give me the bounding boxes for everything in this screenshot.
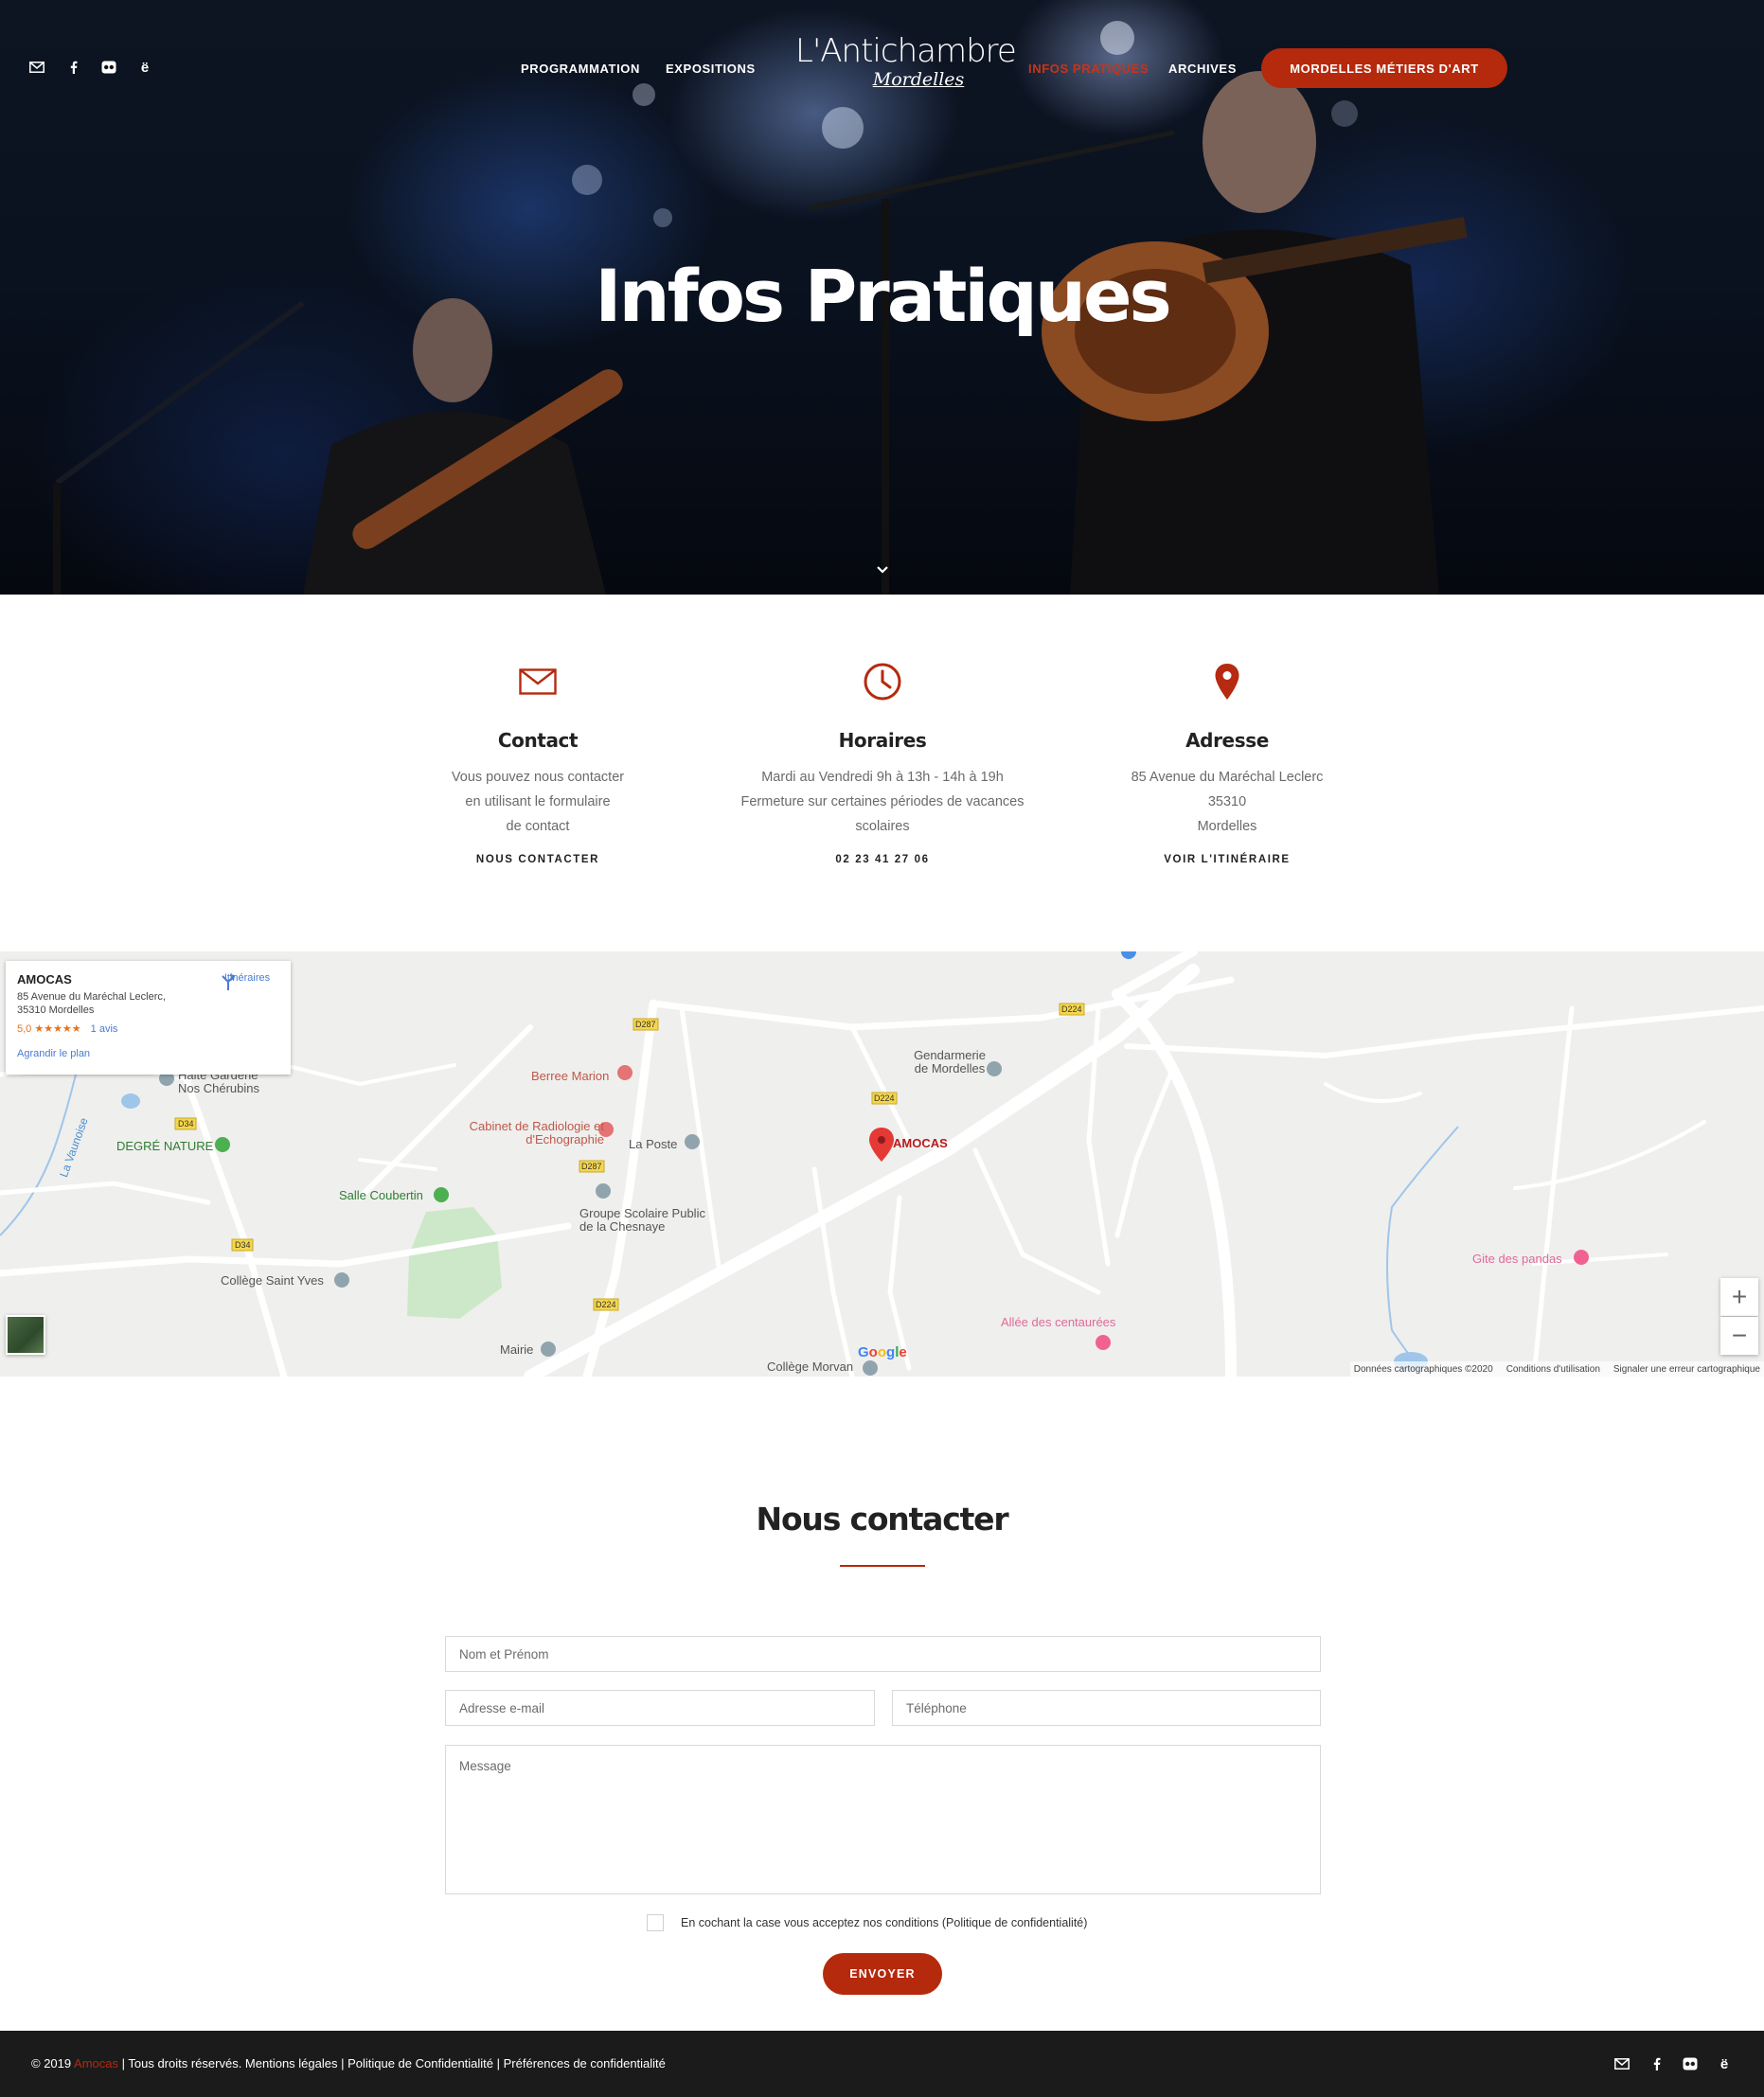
contact-link[interactable]: NOUS CONTACTER [377, 854, 699, 865]
map-label-mairie[interactable]: Mairie [500, 1342, 533, 1357]
road-shield: D34 [178, 1119, 194, 1128]
flickr-icon[interactable] [1682, 2055, 1699, 2072]
place-address: 85 Avenue du Maréchal Leclerc, 35310 Mor… [17, 991, 166, 1016]
road-shield: D287 [581, 1162, 602, 1171]
nav-programmation[interactable]: PROGRAMMATION [521, 62, 640, 76]
consent-checkbox[interactable] [647, 1914, 664, 1931]
road-shield: D224 [1061, 1004, 1082, 1014]
info-contact: Contact Vous pouvez nous contacter en uti… [377, 661, 699, 865]
mail-icon[interactable] [1613, 2055, 1630, 2072]
map-data-credit: Données cartographiques ©2020 [1353, 1363, 1493, 1375]
enlarge-map-link[interactable]: Agrandir le plan [17, 1048, 279, 1059]
report-error-link[interactable]: Signaler une erreur cartographique [1613, 1364, 1760, 1375]
consent-row: En cochant la case vous acceptez nos con… [647, 1914, 1087, 1931]
map-label-amocas[interactable]: AMOCAS [893, 1136, 948, 1150]
metiers-art-button[interactable]: MORDELLES MÉTIERS D'ART [1261, 48, 1507, 88]
map-label-groupe[interactable]: Groupe Scolaire Public de la Chesnaye [579, 1207, 722, 1234]
directions-button[interactable]: Itinéraires [219, 972, 276, 990]
map-label-degre[interactable]: DEGRÉ NATURE [116, 1139, 213, 1153]
footer: © 2019 Amocas | Tous droits réservés. Me… [0, 2031, 1764, 2097]
map-pin-icon [1066, 661, 1388, 702]
title-divider [840, 1565, 925, 1567]
facebook-icon[interactable] [1648, 2055, 1665, 2072]
flickr-icon[interactable] [100, 59, 117, 76]
consent-label: En cochant la case vous acceptez nos con… [681, 1916, 1088, 1929]
nav-infos-pratiques[interactable]: INFOS PRATIQUES [1028, 62, 1149, 76]
map-info-card: AMOCAS 85 Avenue du Maréchal Leclerc, 35… [6, 961, 291, 1075]
envelope-icon [377, 661, 699, 702]
place-rating: 5,0 ★★★★★ 1 avis [17, 1023, 118, 1035]
phone-link[interactable]: 02 23 41 27 06 [722, 854, 1043, 865]
road-shield: D224 [596, 1300, 616, 1309]
footer-social-links: ë [1613, 2055, 1733, 2072]
email-field[interactable] [445, 1690, 875, 1726]
social-links: ë [28, 59, 153, 76]
info-adresse: Adresse 85 Avenue du Maréchal Leclerc 353… [1066, 661, 1388, 865]
road-shield: D224 [874, 1093, 895, 1103]
google-map[interactable]: AMOCAS Gendarmerie de Mordelles Berree M… [0, 951, 1764, 1377]
nav-archives[interactable]: ARCHIVES [1168, 62, 1237, 76]
contact-section-title: Nous contacter [756, 1501, 1009, 1537]
hero-section: ë PROGRAMMATION EXPOSITIONS L'Antichambr… [0, 0, 1764, 595]
logo-line1: L'Antichambre [795, 32, 1017, 70]
map-label-gite[interactable]: Gite des pandas [1472, 1252, 1562, 1266]
name-field[interactable] [445, 1636, 1321, 1672]
map-label-allee[interactable]: Allée des centaurées [1001, 1315, 1115, 1329]
info-text: Vous pouvez nous contacter en utilisant l… [451, 770, 625, 834]
zoom-in-button[interactable]: + [1720, 1278, 1758, 1316]
map-label-gendarmerie[interactable]: Gendarmerie de Mordelles [907, 1049, 992, 1075]
footer-copyright: © 2019 Amocas | Tous droits réservés. Me… [31, 2056, 666, 2070]
send-button[interactable]: ENVOYER [823, 1953, 942, 1995]
map-label-college-m[interactable]: Collège Morvan [767, 1359, 853, 1374]
itinerary-link[interactable]: VOIR L'ITINÉRAIRE [1066, 854, 1388, 865]
road-shield: D287 [635, 1020, 656, 1029]
terms-link[interactable]: Conditions d'utilisation [1506, 1364, 1600, 1375]
clock-icon [722, 661, 1043, 702]
map-attribution: Données cartographiques ©2020 Conditions… [1349, 1361, 1764, 1377]
info-horaires: Horaires Mardi au Vendredi 9h à 13h - 14… [722, 661, 1043, 865]
info-text: Mardi au Vendredi 9h à 13h - 14h à 19h Fe… [740, 770, 1025, 834]
footer-links[interactable]: | Tous droits réservés. Mentions légales… [122, 2056, 666, 2070]
reviews-link[interactable]: 1 avis [91, 1023, 118, 1035]
info-title: Horaires [838, 729, 927, 752]
mail-icon[interactable] [28, 59, 45, 76]
logo-line2: Mordelles [872, 69, 965, 90]
e-icon[interactable]: ë [1716, 2055, 1733, 2072]
zoom-out-button[interactable]: − [1720, 1317, 1758, 1355]
map-label-radiologie[interactable]: Cabinet de Radiologie et d'Echographie [462, 1120, 604, 1146]
map-label-berree[interactable]: Berree Marion [531, 1069, 609, 1083]
directions-icon [222, 974, 236, 990]
brand-link[interactable]: Amocas [74, 2056, 118, 2070]
road-shield: D34 [235, 1240, 251, 1250]
facebook-icon[interactable] [64, 59, 81, 76]
map-label-college-sy[interactable]: Collège Saint Yves [221, 1273, 324, 1288]
e-icon[interactable]: ë [136, 59, 153, 76]
google-logo: Google [858, 1344, 907, 1360]
info-title: Adresse [1185, 729, 1269, 752]
map-label-poste[interactable]: La Poste [629, 1137, 677, 1151]
message-field[interactable] [445, 1745, 1321, 1894]
chevron-down-icon[interactable] [873, 560, 892, 579]
site-logo[interactable]: L'Antichambre Mordelles [795, 32, 1017, 106]
map-label-coubertin[interactable]: Salle Coubertin [339, 1188, 423, 1202]
phone-field[interactable] [892, 1690, 1321, 1726]
nav-expositions[interactable]: EXPOSITIONS [666, 62, 756, 76]
info-text: 85 Avenue du Maréchal Leclerc 35310 Mordel… [1131, 770, 1324, 834]
page-title: Infos Pratiques [595, 254, 1172, 338]
satellite-toggle[interactable] [6, 1315, 45, 1355]
info-title: Contact [497, 729, 579, 752]
